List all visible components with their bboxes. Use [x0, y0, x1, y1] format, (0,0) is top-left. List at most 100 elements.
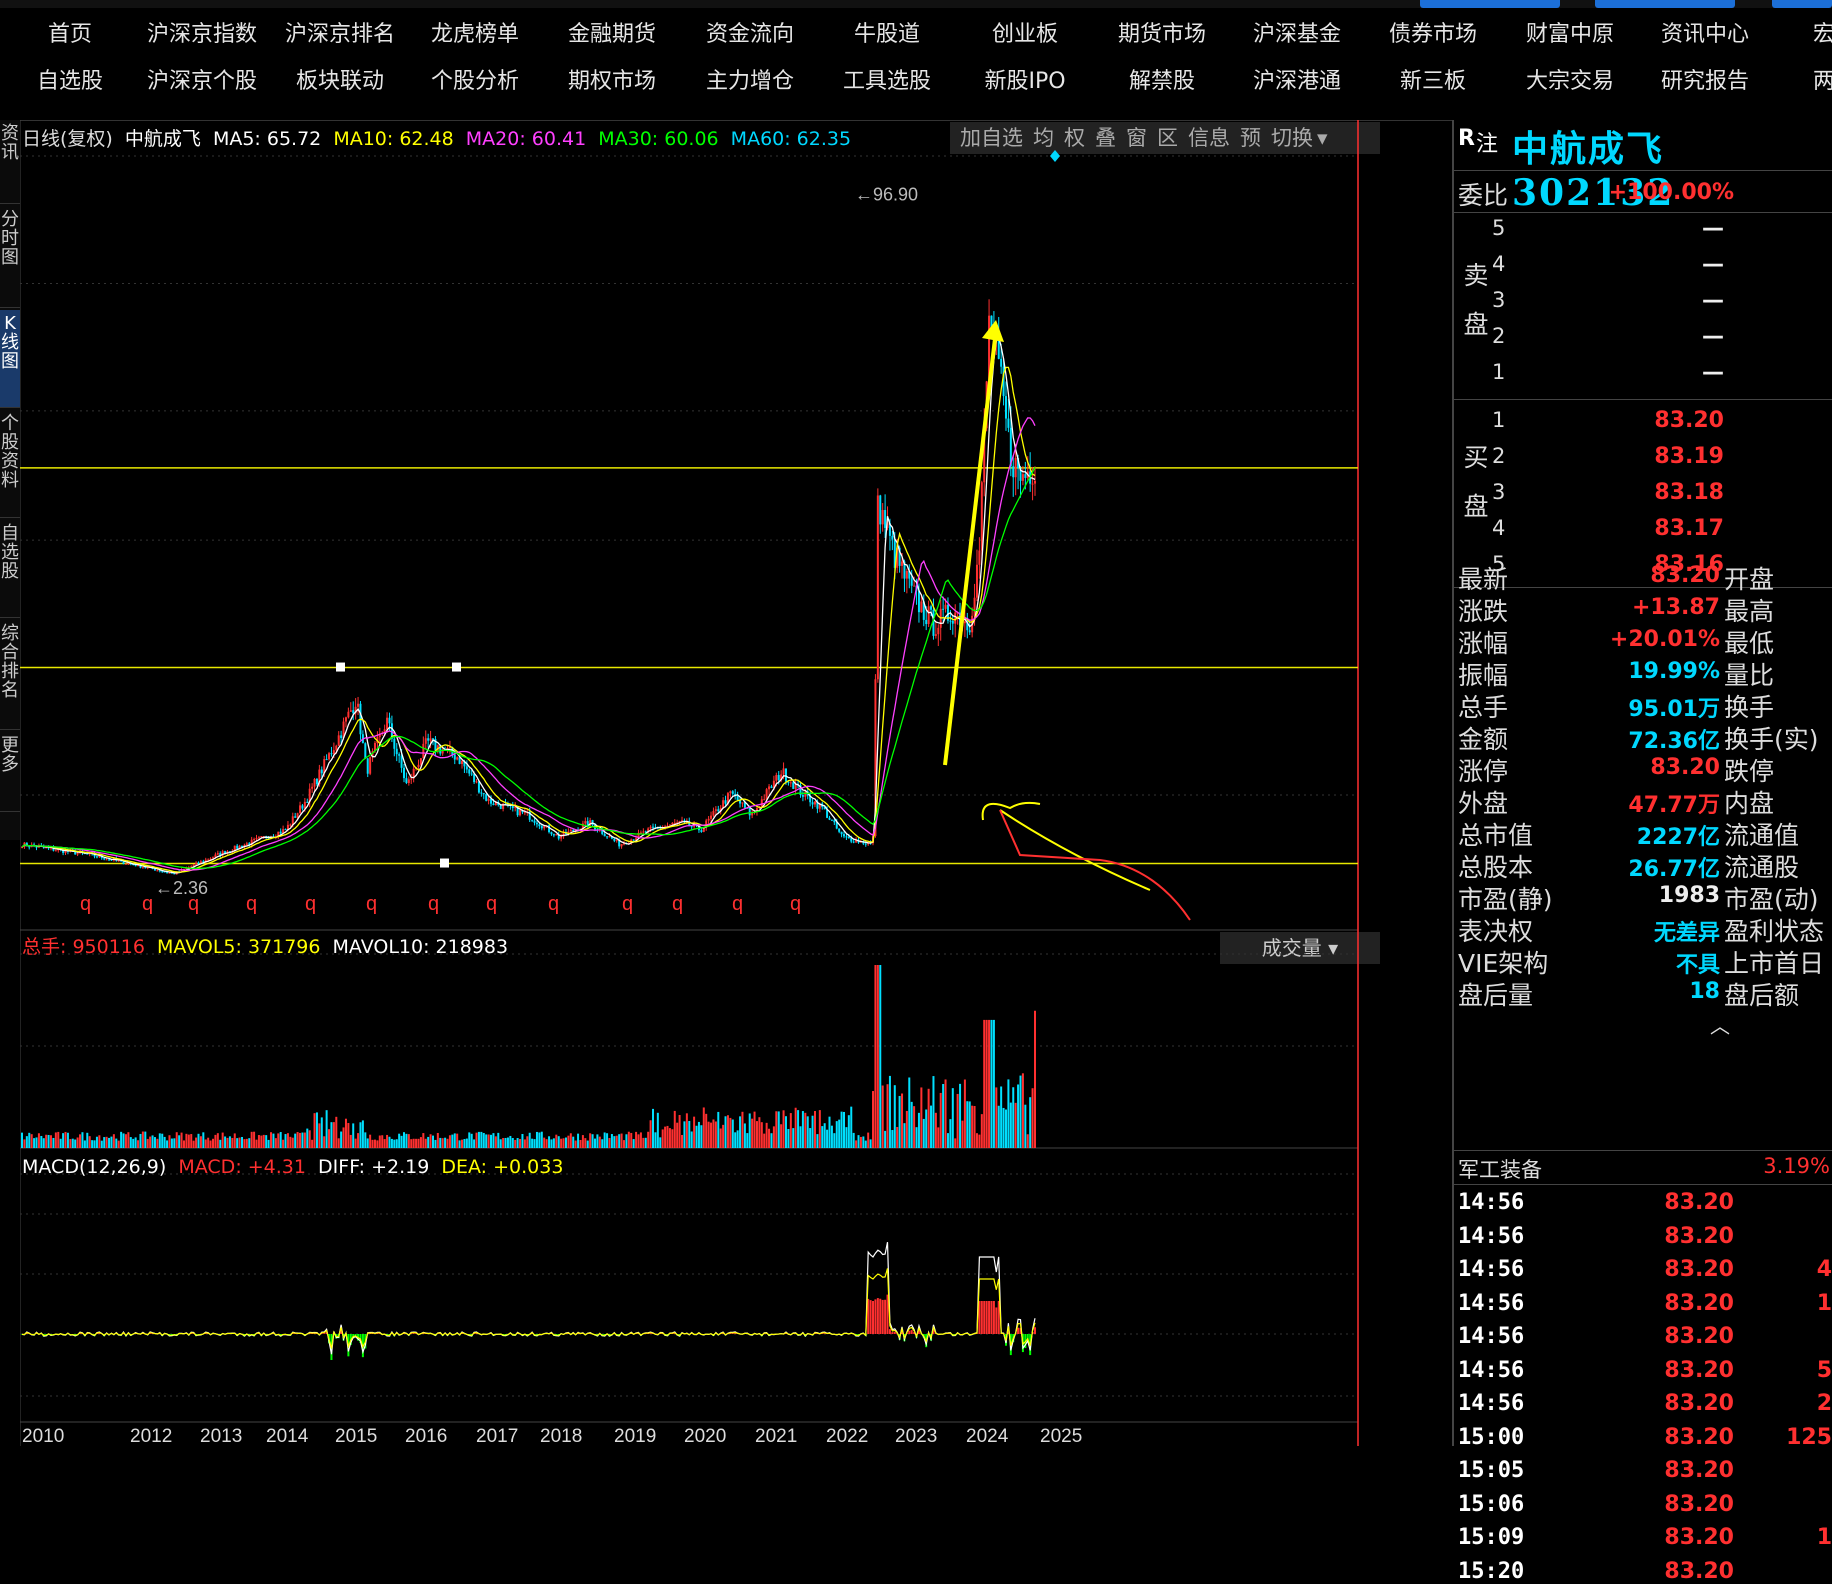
volume-bar	[311, 1139, 314, 1148]
volume-bar	[758, 1117, 761, 1148]
nav-item[interactable]: 解禁股	[1097, 59, 1227, 105]
nav-item[interactable]: 个股分析	[410, 59, 540, 105]
left-tab[interactable]: 资讯	[0, 120, 20, 204]
line-handle[interactable]	[452, 662, 461, 672]
nav-item[interactable]: 沪深京个股	[137, 59, 267, 105]
volume-bar	[446, 1138, 449, 1148]
nav-item[interactable]: 工具选股	[822, 59, 952, 105]
nav-item[interactable]: 研究报告	[1640, 59, 1770, 105]
nav-item[interactable]: 期权市场	[547, 59, 677, 105]
nav-item[interactable]: 新股IPO	[960, 59, 1090, 105]
left-tab-char: 图	[1, 351, 19, 372]
nav-item[interactable]: 沪深京排名	[275, 12, 405, 58]
left-tab[interactable]: 自选股	[0, 520, 20, 618]
tick-time: 15:20	[1458, 1558, 1525, 1584]
volume-bar	[661, 1129, 664, 1148]
nav-item[interactable]: 板块联动	[275, 59, 405, 105]
nav-item[interactable]: 财富中原	[1505, 12, 1635, 58]
left-tab[interactable]: 综合排名	[0, 620, 20, 730]
collapse-chevron-icon[interactable]: ︿	[1710, 1010, 1730, 1039]
top-tab-middle[interactable]	[1595, 0, 1735, 8]
nav-item[interactable]: 资金流向	[685, 12, 815, 58]
volume-bar	[132, 1138, 135, 1148]
candle-body	[731, 791, 734, 794]
nav-item[interactable]: 金融期货	[547, 12, 677, 58]
q-marker[interactable]: q	[548, 893, 559, 915]
kline-chart-canvas[interactable]: 102.1584.7267.3049.6332.2014.77←96.90←2.…	[20, 120, 1360, 1446]
nav-item[interactable]: 主力增仓	[685, 59, 815, 105]
nav-item[interactable]: 沪深基金	[1232, 12, 1362, 58]
q-marker[interactable]: q	[366, 893, 377, 915]
q-marker[interactable]: q	[428, 893, 439, 915]
left-tab[interactable]: K线图	[0, 310, 20, 408]
year-label: 2025	[1040, 1426, 1082, 1446]
q-marker[interactable]: q	[142, 893, 153, 915]
volume-bar	[794, 1107, 797, 1148]
candle-body	[480, 792, 483, 794]
nav-item[interactable]: 资讯中心	[1640, 12, 1770, 58]
volume-bar	[108, 1137, 111, 1148]
q-marker[interactable]: q	[188, 893, 199, 915]
q-marker[interactable]: q	[305, 893, 316, 915]
nav-item[interactable]: 自选股	[5, 59, 135, 105]
volume-bar	[685, 1113, 688, 1148]
volume-bar	[833, 1133, 836, 1148]
volume-bar	[40, 1135, 43, 1148]
sell-price[interactable]: —	[1574, 324, 1724, 349]
buy-price[interactable]: 83.18	[1574, 480, 1724, 505]
sell-price[interactable]: —	[1574, 288, 1724, 313]
sell-price[interactable]: —	[1574, 216, 1724, 241]
left-tab[interactable]: 更多	[0, 732, 20, 812]
candle-body	[768, 786, 771, 790]
tick-price: 83.20	[1664, 1391, 1734, 1416]
candle-body	[569, 829, 572, 832]
line-handle[interactable]	[336, 662, 345, 672]
volume-bar	[330, 1122, 333, 1148]
sell-price[interactable]: —	[1574, 252, 1724, 277]
annotation-arrow[interactable]	[943, 329, 998, 766]
candle-body	[980, 482, 983, 551]
sector-name[interactable]: 军工装备	[1458, 1154, 1542, 1184]
nav-item[interactable]: 龙虎榜单	[410, 12, 540, 58]
nav-item[interactable]: 大宗交易	[1505, 59, 1635, 105]
nav-item[interactable]: 沪深港通	[1232, 59, 1362, 105]
q-marker[interactable]: q	[622, 893, 633, 915]
volume-bar	[659, 1137, 662, 1148]
candle-body	[407, 779, 410, 783]
nav-item[interactable]: 债券市场	[1368, 12, 1498, 58]
left-tab[interactable]: 分时图	[0, 206, 20, 308]
q-marker[interactable]: q	[80, 893, 91, 915]
top-tab-right[interactable]	[1772, 0, 1832, 8]
buy-price[interactable]: 83.17	[1574, 516, 1724, 541]
ma20-line	[21, 417, 1036, 871]
candle-body	[838, 828, 841, 832]
stat-label: 总手	[1458, 693, 1509, 722]
nav-item[interactable]: 牛股道	[822, 12, 952, 58]
candle-body	[813, 801, 816, 805]
buy-price[interactable]: 83.19	[1574, 444, 1724, 469]
left-tab[interactable]: 个股资料	[0, 410, 20, 518]
tick-list[interactable]: 14:56 83.20 14:56 83.20 14:56 83.20 4 14:56 83.2…	[1454, 1186, 1832, 1584]
volume-bar	[775, 1111, 778, 1148]
q-marker[interactable]: q	[246, 893, 257, 915]
q-marker[interactable]: q	[732, 893, 743, 915]
q-marker[interactable]: q	[672, 893, 683, 915]
nav-item[interactable]: 创业板	[960, 12, 1090, 58]
q-marker[interactable]: q	[790, 893, 801, 915]
volume-bar	[76, 1137, 79, 1148]
candle-body	[311, 786, 314, 789]
candle-body	[840, 831, 843, 835]
volume-bar	[526, 1136, 529, 1148]
top-tab-left[interactable]	[1420, 0, 1560, 8]
nav-item[interactable]: 宏观	[1770, 12, 1832, 58]
left-tab-char: 料	[1, 470, 19, 491]
nav-item[interactable]: 期货市场	[1097, 12, 1227, 58]
nav-item[interactable]: 新三板	[1368, 59, 1498, 105]
nav-item[interactable]: 沪深京指数	[137, 12, 267, 58]
buy-price[interactable]: 83.20	[1574, 408, 1724, 433]
nav-item[interactable]: 两融	[1770, 59, 1832, 105]
line-handle[interactable]	[440, 858, 449, 868]
nav-item[interactable]: 首页	[5, 12, 135, 58]
q-marker[interactable]: q	[486, 893, 497, 915]
sell-price[interactable]: —	[1574, 360, 1724, 385]
